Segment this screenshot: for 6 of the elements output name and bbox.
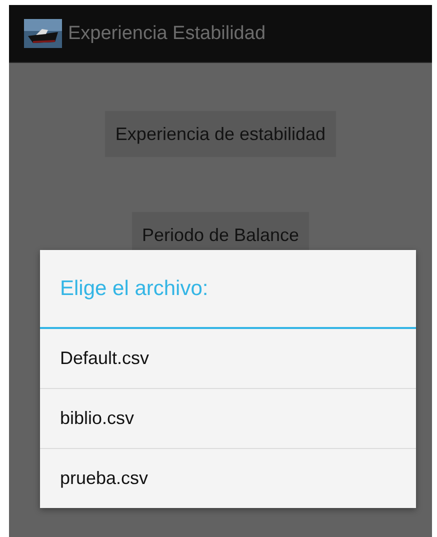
app-title: Experiencia Estabilidad [68,22,266,44]
dialog-title: Elige el archivo: [59,276,210,302]
file-list-item[interactable]: Default.csv [40,329,416,388]
ship-icon [24,19,62,48]
file-list-item[interactable]: biblio.csv [40,388,416,448]
file-list-item[interactable]: prueba.csv [40,448,416,508]
